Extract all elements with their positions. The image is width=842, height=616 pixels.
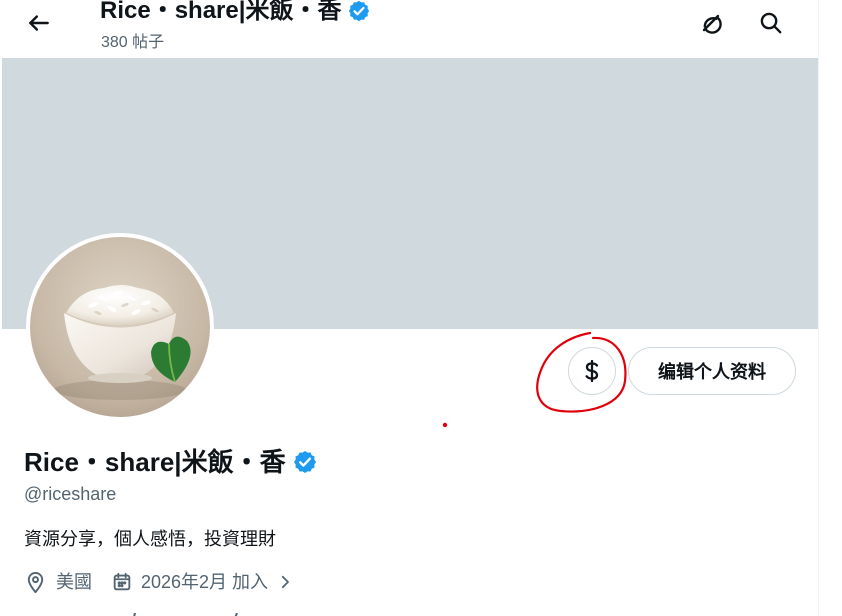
grok-button[interactable] bbox=[694, 6, 728, 40]
header-title-group: Rice・share|米飯・香 bbox=[100, 0, 371, 26]
location-pin-icon bbox=[27, 571, 44, 593]
chevron-right-icon bbox=[281, 575, 289, 589]
display-name-group: Rice・share|米飯・香 bbox=[24, 446, 318, 478]
red-annotation-dot bbox=[442, 422, 448, 428]
location-label: 美國 bbox=[56, 572, 92, 592]
verified-badge-icon bbox=[347, 0, 371, 23]
arrow-left-icon bbox=[29, 15, 49, 31]
profile-page: Rice・share|米飯・香 380 帖子 编辑个人资料 Rice・share… bbox=[0, 0, 842, 616]
back-button[interactable] bbox=[22, 6, 56, 40]
location-item: 美國 bbox=[24, 570, 92, 594]
calendar-icon bbox=[113, 572, 131, 591]
rice-bowl-avatar-image bbox=[30, 237, 210, 417]
dollar-sign-icon bbox=[585, 359, 599, 383]
verified-badge-icon bbox=[292, 449, 318, 475]
user-handle: @riceshare bbox=[24, 484, 117, 504]
cropped-next-row bbox=[118, 608, 258, 616]
search-button[interactable] bbox=[754, 6, 788, 40]
profile-meta: 美國 2026年2月 加入 bbox=[24, 568, 294, 596]
profile-bio: 資源分享，個人感悟，投資理財 bbox=[24, 529, 276, 549]
display-name: Rice・share|米飯・香 bbox=[24, 447, 286, 477]
profile-avatar[interactable] bbox=[26, 233, 214, 421]
join-date-label: 2026年2月 加入 bbox=[141, 572, 269, 592]
profile-header: Rice・share|米飯・香 380 帖子 bbox=[0, 0, 818, 58]
header-title: Rice・share|米飯・香 bbox=[100, 0, 342, 24]
join-date-link[interactable]: 2026年2月 加入 bbox=[111, 570, 294, 594]
posts-count: 380 帖子 bbox=[101, 34, 165, 51]
grok-icon bbox=[702, 14, 722, 34]
search-icon bbox=[760, 12, 782, 34]
right-divider bbox=[818, 0, 819, 616]
edit-profile-button[interactable]: 编辑个人资料 bbox=[628, 347, 796, 395]
subscribe-button[interactable] bbox=[568, 347, 616, 395]
